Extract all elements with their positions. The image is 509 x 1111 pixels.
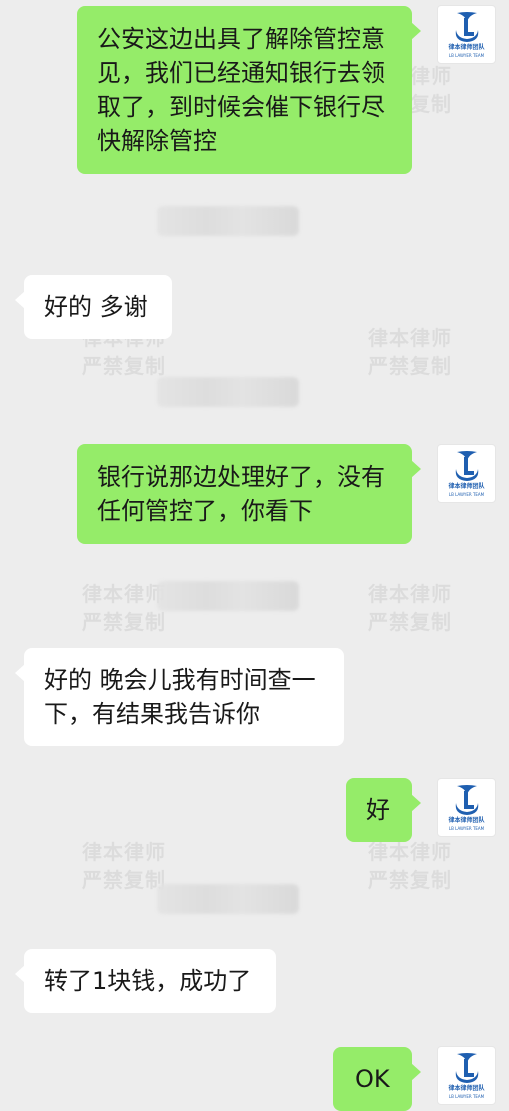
message-text: 银行说那边处理好了，没有任何管控了，你看下 xyxy=(97,463,385,525)
watermark-line: 严禁复制 xyxy=(82,868,166,892)
lb-logo-icon xyxy=(455,785,479,815)
logo-subtext: LB LAWYER TEAM xyxy=(448,826,485,831)
watermark-line: 律本律师 xyxy=(82,840,166,864)
watermark-line: 律本律师 xyxy=(368,326,452,350)
message-text: 好的 多谢 xyxy=(44,293,148,321)
watermark-line: 律本律师 xyxy=(368,582,452,606)
watermark-line: 律本律师 xyxy=(82,582,166,606)
lb-logo-icon xyxy=(455,12,479,42)
message-bubble-self[interactable]: 好 xyxy=(346,778,421,842)
blurred-timestamp xyxy=(157,377,299,407)
chat-area: 律本律师严禁复制 律本律师严禁复制 律本律师严禁复制 律本律师严禁复制 律本律师… xyxy=(0,0,509,1111)
watermark-line: 严禁复制 xyxy=(368,868,452,892)
watermark-line: 严禁复制 xyxy=(368,354,452,378)
blurred-timestamp xyxy=(157,884,299,914)
message-text: 公安这边出具了解除管控意见，我们已经通知银行去领取了，到时候会催下银行尽快解除管… xyxy=(97,25,385,155)
message-bubble-other[interactable]: 好的 多谢 xyxy=(15,275,172,339)
avatar[interactable]: 律本律师团队 LB LAWYER TEAM xyxy=(437,5,496,64)
message-bubble-self[interactable]: 银行说那边处理好了，没有任何管控了，你看下 xyxy=(77,444,421,544)
avatar[interactable]: 律本律师团队 LB LAWYER TEAM xyxy=(437,778,496,837)
watermark: 律本律师严禁复制 xyxy=(368,324,452,380)
lb-logo-icon xyxy=(455,451,479,481)
avatar[interactable]: 律本律师团队 LB LAWYER TEAM xyxy=(437,1046,496,1105)
watermark: 律本律师严禁复制 xyxy=(82,838,166,894)
logo-subtext: LB LAWYER TEAM xyxy=(448,53,485,58)
blurred-timestamp xyxy=(157,206,299,236)
watermark-line: 严禁复制 xyxy=(82,354,166,378)
message-text: 好的 晚会儿我有时间查一下，有结果我告诉你 xyxy=(44,666,316,728)
avatar[interactable]: 律本律师团队 LB LAWYER TEAM xyxy=(437,444,496,503)
message-bubble-other[interactable]: 好的 晚会儿我有时间查一下，有结果我告诉你 xyxy=(15,648,344,746)
message-bubble-other[interactable]: 转了1块钱，成功了 xyxy=(15,949,276,1013)
message-text: 好 xyxy=(366,796,390,824)
lb-logo-icon xyxy=(455,1053,479,1083)
watermark-line: 律本律师 xyxy=(368,840,452,864)
logo-text: 律本律师团队 xyxy=(448,817,485,824)
logo-subtext: LB LAWYER TEAM xyxy=(448,492,485,497)
watermark: 律本律师严禁复制 xyxy=(82,580,166,636)
logo-text: 律本律师团队 xyxy=(448,44,485,51)
message-text: OK xyxy=(355,1065,390,1093)
logo-text: 律本律师团队 xyxy=(448,1085,485,1092)
watermark: 律本律师严禁复制 xyxy=(368,838,452,894)
watermark-line: 严禁复制 xyxy=(368,610,452,634)
message-bubble-self[interactable]: 公安这边出具了解除管控意见，我们已经通知银行去领取了，到时候会催下银行尽快解除管… xyxy=(77,6,421,174)
blurred-timestamp xyxy=(157,581,299,611)
logo-text: 律本律师团队 xyxy=(448,483,485,490)
watermark-line: 严禁复制 xyxy=(82,610,166,634)
message-bubble-self[interactable]: OK xyxy=(333,1047,421,1111)
watermark: 律本律师严禁复制 xyxy=(368,580,452,636)
message-text: 转了1块钱，成功了 xyxy=(44,967,252,995)
logo-subtext: LB LAWYER TEAM xyxy=(448,1094,485,1099)
